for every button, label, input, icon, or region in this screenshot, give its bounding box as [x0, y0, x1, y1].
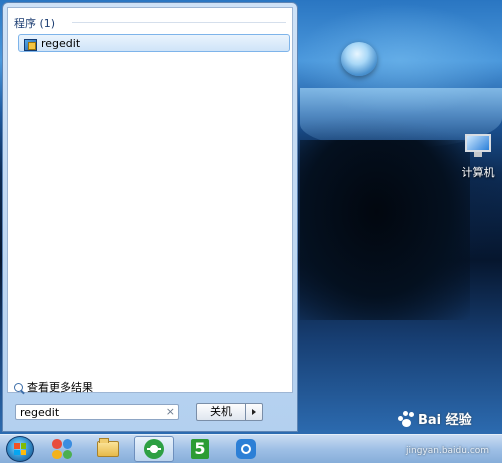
see-more-label: 查看更多结果 — [27, 381, 93, 394]
taskbar-explorer[interactable] — [88, 436, 128, 462]
360-icon — [52, 439, 72, 459]
start-menu: 程序 (1) regedit 查看更多结果 × 关机 — [2, 2, 298, 432]
windows-orb-icon — [14, 443, 26, 455]
shutdown-options-arrow-icon[interactable] — [246, 403, 263, 421]
watermark-title: Bai 经验 — [418, 413, 472, 428]
search-results-pane: 程序 (1) regedit 查看更多结果 — [7, 7, 293, 395]
regedit-app-icon — [23, 37, 37, 51]
blue-app-icon — [236, 439, 256, 459]
ie-browser-icon — [144, 439, 164, 459]
result-item-label: regedit — [41, 36, 81, 50]
folder-icon — [97, 438, 119, 457]
computer-icon — [463, 134, 493, 158]
clear-search-icon[interactable]: × — [166, 405, 175, 419]
group-divider — [72, 22, 286, 23]
baidu-jingyan-watermark: Bai 经验 jingyan.baidu.com — [396, 409, 500, 459]
search-box[interactable]: × — [15, 404, 179, 420]
watermark-url: jingyan.baidu.com — [406, 446, 490, 456]
water-drop-wallpaper — [341, 42, 377, 76]
taskbar-360[interactable] — [42, 436, 82, 462]
shutdown-button[interactable]: 关机 — [196, 403, 246, 421]
see-more-results-link[interactable]: 查看更多结果 — [14, 379, 93, 395]
desktop-icon-computer[interactable]: 计算机 — [455, 134, 501, 180]
results-group-header: 程序 (1) — [14, 17, 56, 30]
desktop-icon-label: 计算机 — [461, 166, 495, 179]
taskbar-browser[interactable] — [134, 436, 174, 462]
dark-pool-wallpaper — [300, 140, 470, 320]
green-5-icon: 5 — [191, 439, 209, 459]
baidu-paw-icon — [398, 411, 416, 427]
search-icon — [14, 382, 23, 392]
taskbar-app6[interactable] — [226, 436, 266, 462]
start-button[interactable] — [6, 436, 34, 462]
search-input[interactable] — [16, 405, 160, 419]
taskbar-app5[interactable]: 5 — [180, 436, 220, 462]
result-item-regedit[interactable]: regedit — [18, 34, 290, 52]
